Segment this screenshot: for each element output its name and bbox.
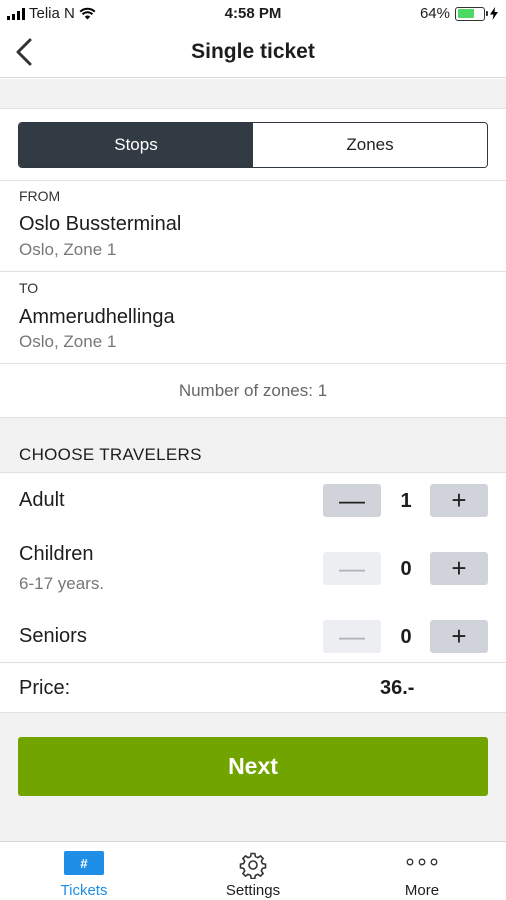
more-dots-icon bbox=[406, 858, 438, 866]
segment-zones[interactable]: Zones bbox=[253, 123, 487, 167]
divider bbox=[0, 363, 506, 364]
traveler-label: Seniors bbox=[19, 625, 87, 647]
to-label: TO bbox=[19, 280, 39, 296]
nav-bar: Single ticket bbox=[0, 26, 506, 78]
plus-icon: + bbox=[451, 485, 467, 515]
minus-icon: — bbox=[339, 621, 365, 651]
divider bbox=[0, 662, 506, 663]
from-stop-name: Oslo Bussterminal bbox=[19, 213, 182, 235]
tab-bar: # Tickets Settings More bbox=[0, 841, 506, 900]
traveler-sublabel: 6-17 years. bbox=[19, 574, 105, 593]
tab-settings[interactable]: Settings bbox=[169, 842, 337, 900]
minus-icon: — bbox=[339, 553, 365, 583]
tab-more[interactable]: More bbox=[338, 842, 506, 900]
stops-zones-segmented-control: Stops Zones bbox=[18, 122, 488, 168]
choose-travelers-heading: CHOOSE TRAVELERS bbox=[19, 445, 202, 464]
status-bar: Telia N 4:58 PM 64% bbox=[0, 0, 506, 26]
to-stop-zone: Oslo, Zone 1 bbox=[19, 332, 117, 351]
charging-bolt-icon bbox=[490, 7, 498, 20]
minus-icon: — bbox=[339, 485, 365, 515]
top-spacer bbox=[0, 79, 506, 108]
gear-icon bbox=[239, 852, 267, 879]
adult-count: 1 bbox=[400, 490, 412, 512]
traveler-label: Adult bbox=[19, 489, 65, 511]
price-label: Price: bbox=[19, 677, 71, 699]
adult-decrement-button[interactable]: — bbox=[323, 484, 381, 517]
seniors-increment-button[interactable]: + bbox=[430, 620, 488, 653]
battery-percent: 64% bbox=[419, 5, 450, 22]
tab-label: Settings bbox=[225, 882, 281, 899]
segment-stops[interactable]: Stops bbox=[19, 123, 253, 167]
from-stop-zone: Oslo, Zone 1 bbox=[19, 240, 117, 259]
battery-fill bbox=[457, 9, 474, 18]
divider bbox=[0, 417, 506, 418]
page-title: Single ticket bbox=[191, 40, 315, 63]
next-button[interactable]: Next bbox=[18, 737, 488, 796]
ticket-icon: # bbox=[64, 851, 104, 875]
plus-icon: + bbox=[451, 553, 467, 583]
children-count: 0 bbox=[400, 558, 412, 580]
divider bbox=[0, 472, 506, 473]
status-right: 64% bbox=[420, 5, 498, 22]
divider bbox=[0, 712, 506, 713]
children-decrement-button[interactable]: — bbox=[323, 552, 381, 585]
adult-increment-button[interactable]: + bbox=[430, 484, 488, 517]
price-value: 36.- bbox=[380, 677, 415, 699]
tab-tickets[interactable]: # Tickets bbox=[0, 842, 168, 900]
plus-icon: + bbox=[451, 621, 467, 651]
children-increment-button[interactable]: + bbox=[430, 552, 488, 585]
battery-icon bbox=[455, 6, 488, 21]
traveler-label: Children bbox=[19, 543, 94, 565]
from-label: FROM bbox=[19, 188, 61, 204]
seniors-decrement-button[interactable]: — bbox=[323, 620, 381, 653]
number-of-zones: Number of zones: 1 bbox=[178, 381, 328, 400]
divider bbox=[0, 180, 506, 181]
seniors-count: 0 bbox=[400, 626, 412, 648]
divider bbox=[0, 271, 506, 272]
divider bbox=[0, 108, 506, 109]
to-stop-name: Ammerudhellinga bbox=[19, 306, 175, 328]
tab-label: More bbox=[404, 882, 440, 899]
tab-label: Tickets bbox=[60, 882, 108, 899]
